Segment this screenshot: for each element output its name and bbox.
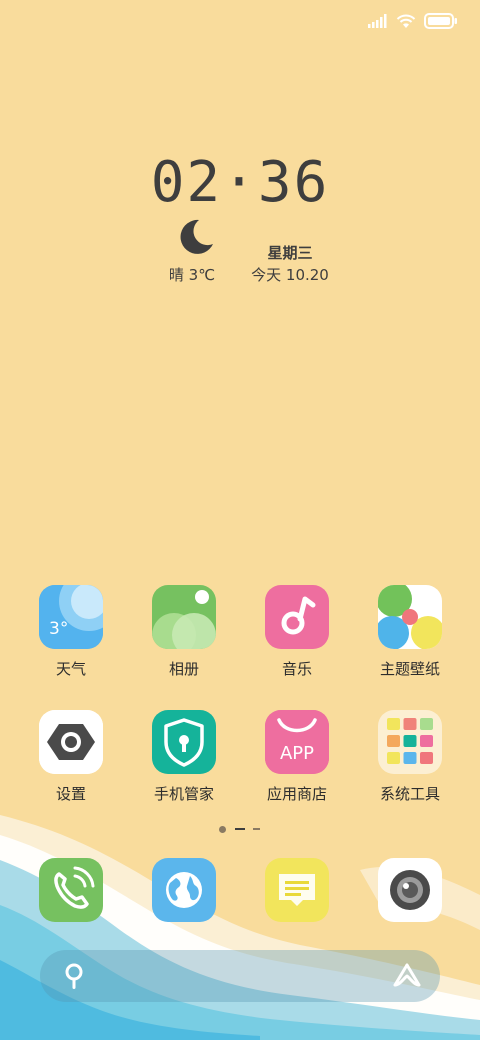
- browser-dock-icon[interactable]: [152, 858, 216, 922]
- page-dot-current[interactable]: [235, 828, 245, 830]
- themes-icon: [378, 585, 442, 649]
- settings-app-icon[interactable]: [39, 710, 103, 774]
- camera-icon: [378, 858, 442, 922]
- weekday-text: 星期三: [267, 244, 313, 262]
- security-app-icon[interactable]: [152, 710, 216, 774]
- page-dot-1[interactable]: [219, 826, 226, 833]
- app-store-app-icon[interactable]: APP: [265, 710, 329, 774]
- weather-text: 晴 3℃: [168, 266, 216, 284]
- tools-folder-icon[interactable]: [378, 710, 442, 774]
- gallery-app-icon[interactable]: [152, 585, 216, 649]
- app-label-settings: 设置: [55, 785, 86, 803]
- assistant-icon[interactable]: [392, 962, 422, 990]
- music-app-icon[interactable]: [265, 585, 329, 649]
- app-store-icon: [265, 710, 329, 774]
- wifi-icon: [396, 14, 416, 28]
- gallery-icon: [152, 585, 216, 649]
- page-dot-3[interactable]: [253, 828, 260, 830]
- battery-icon: [424, 13, 457, 29]
- weather-app-icon[interactable]: 3°: [39, 585, 103, 649]
- messages-dock-icon[interactable]: [265, 858, 329, 922]
- status-bar: [368, 10, 458, 32]
- security-icon: [152, 710, 216, 774]
- music-icon: [265, 585, 329, 649]
- app-label-themes: 主题壁纸: [379, 660, 440, 678]
- app-label-security: 手机管家: [153, 785, 214, 803]
- app-label-tools: 系统工具: [379, 785, 440, 803]
- weather-icon: [39, 585, 103, 649]
- themes-app-icon[interactable]: [378, 585, 442, 649]
- settings-icon: [39, 710, 103, 774]
- search-bar[interactable]: [40, 950, 440, 1002]
- camera-dock-icon[interactable]: [378, 858, 442, 922]
- phone-dock-icon[interactable]: [39, 858, 103, 922]
- messages-icon: [265, 858, 329, 922]
- search-icon[interactable]: [62, 963, 86, 991]
- app-store-badge: APP: [279, 743, 315, 764]
- tools-folder-grid: [387, 718, 433, 764]
- weather-badge: 3°: [49, 619, 69, 639]
- moon-icon: [180, 219, 213, 254]
- browser-icon: [152, 858, 216, 922]
- weather-widget[interactable]: [165, 218, 217, 258]
- app-label-gallery: 相册: [168, 660, 199, 678]
- clock-time[interactable]: 02·36: [0, 150, 480, 215]
- signal-icon: [368, 14, 387, 28]
- app-label-music: 音乐: [281, 660, 312, 678]
- phone-icon: [39, 858, 103, 922]
- app-label-app-store: 应用商店: [266, 785, 327, 803]
- date-text[interactable]: 今天 10.20: [240, 264, 340, 285]
- app-label-weather: 天气: [55, 660, 86, 678]
